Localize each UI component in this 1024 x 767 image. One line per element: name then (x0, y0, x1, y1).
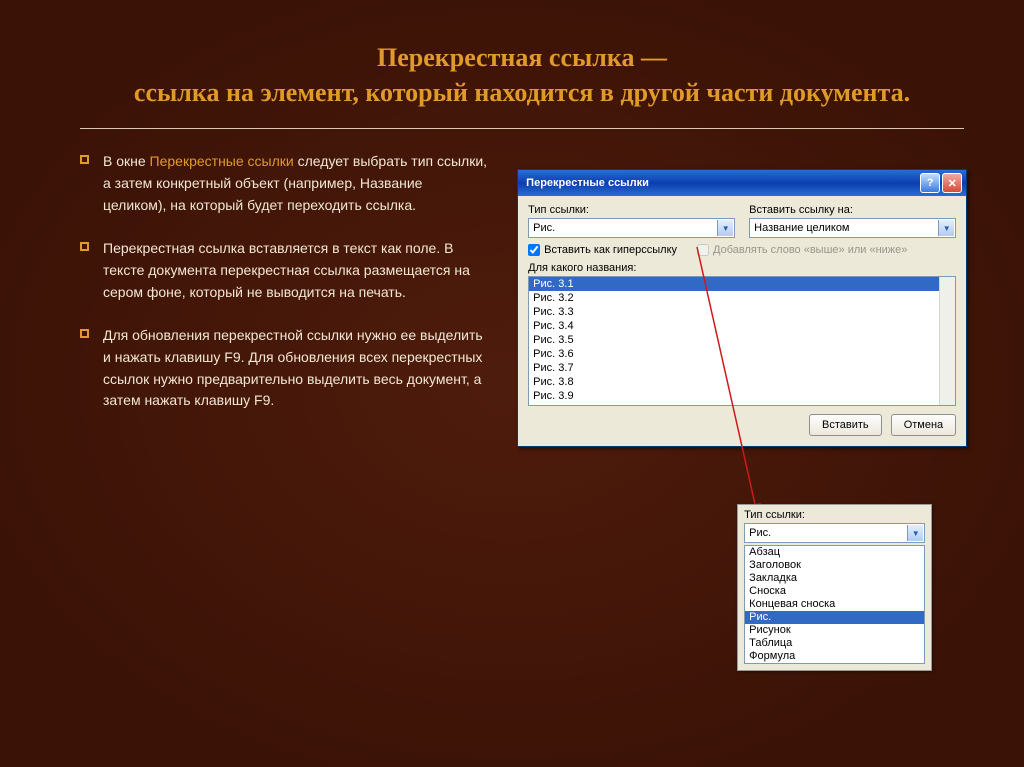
label-which-name: Для какого названия: (528, 262, 956, 274)
crossref-dialog: Перекрестные ссылки ? ✕ Тип ссылки: Рис.… (517, 169, 967, 447)
list-item[interactable]: Рис. 3.8 (529, 375, 955, 389)
bullet-marker (80, 242, 89, 251)
dialog-title: Перекрестные ссылки (526, 177, 918, 189)
link-type-dropdown: Тип ссылки: Рис. ▼ Абзац Заголовок Закла… (737, 504, 932, 671)
dialog-body: Тип ссылки: Рис. ▼ Вставить ссылку на: Н… (518, 196, 966, 446)
title-line2: ссылка на элемент, который находится в д… (134, 78, 910, 107)
title-line1: Перекрестная ссылка — (377, 43, 667, 72)
bullet-3: Для обновления перекрестной ссылки нужно… (80, 325, 487, 412)
list-item[interactable]: Концевая сноска (745, 598, 924, 611)
emphasis: Перекрестные ссылки (150, 153, 294, 169)
checkbox-input (697, 244, 709, 256)
checkbox-input[interactable] (528, 244, 540, 256)
list-item[interactable]: Рисунок (745, 624, 924, 637)
divider (80, 128, 964, 129)
label-link-type: Тип ссылки: (528, 204, 735, 216)
list-item[interactable]: Абзац (745, 546, 924, 559)
close-button[interactable]: ✕ (942, 173, 962, 193)
list-item[interactable]: Рис. 3.2 (529, 291, 955, 305)
bullet-text: Для обновления перекрестной ссылки нужно… (103, 325, 487, 412)
list-item[interactable]: Рис. 3.6 (529, 347, 955, 361)
insert-button[interactable]: Вставить (809, 414, 882, 436)
chevron-down-icon: ▼ (938, 220, 954, 236)
list-item[interactable]: Рис. 3.5 (529, 333, 955, 347)
list-item[interactable]: Формула (745, 650, 924, 663)
dialog-buttons: Вставить Отмена (528, 414, 956, 436)
bullet-text: В окне Перекрестные ссылки следует выбра… (103, 151, 487, 216)
dialog-titlebar[interactable]: Перекрестные ссылки ? ✕ (518, 170, 966, 196)
list-item[interactable]: Заголовок (745, 559, 924, 572)
list-item[interactable]: Рис. 3.4 (529, 319, 955, 333)
listbox-names[interactable]: Рис. 3.1 Рис. 3.2 Рис. 3.3 Рис. 3.4 Рис.… (528, 276, 956, 406)
bullet-2: Перекрестная ссылка вставляется в текст … (80, 238, 487, 303)
bullet-text: Перекрестная ссылка вставляется в текст … (103, 238, 487, 303)
figures-column: Перекрестные ссылки ? ✕ Тип ссылки: Рис.… (507, 151, 964, 434)
label-insert-on: Вставить ссылку на: (749, 204, 956, 216)
combo-insert-ref[interactable]: Название целиком ▼ (749, 218, 956, 238)
help-button[interactable]: ? (920, 173, 940, 193)
chevron-down-icon: ▼ (717, 220, 733, 236)
list-item[interactable]: Рис. 3.1 (529, 277, 955, 291)
list-item[interactable]: Рис. (745, 611, 924, 624)
chevron-down-icon: ▼ (907, 525, 923, 541)
bullets-column: В окне Перекрестные ссылки следует выбра… (80, 151, 507, 434)
scrollbar[interactable] (939, 277, 955, 405)
slide-title: Перекрестная ссылка — ссылка на элемент,… (80, 40, 964, 110)
list-item[interactable]: Рис. 3.9 (529, 389, 955, 403)
label-link-type: Тип ссылки: (744, 509, 925, 521)
bullet-marker (80, 155, 89, 164)
bullet-marker (80, 329, 89, 338)
checkbox-above-below: Добавлять слово «выше» или «ниже» (697, 244, 907, 256)
link-type-options[interactable]: Абзац Заголовок Закладка Сноска Концевая… (744, 545, 925, 664)
list-item[interactable]: Рис. 3.3 (529, 305, 955, 319)
bullet-1: В окне Перекрестные ссылки следует выбра… (80, 151, 487, 216)
checkbox-hyperlink[interactable]: Вставить как гиперссылку (528, 244, 677, 256)
list-item[interactable]: Сноска (745, 585, 924, 598)
combo-link-type-open[interactable]: Рис. ▼ (744, 523, 925, 543)
list-item[interactable]: Рис. 3.7 (529, 361, 955, 375)
content-row: В окне Перекрестные ссылки следует выбра… (80, 151, 964, 434)
list-item[interactable]: Таблица (745, 637, 924, 650)
list-item[interactable]: Закладка (745, 572, 924, 585)
cancel-button[interactable]: Отмена (891, 414, 956, 436)
slide: Перекрестная ссылка — ссылка на элемент,… (0, 0, 1024, 767)
combo-link-type[interactable]: Рис. ▼ (528, 218, 735, 238)
title-text: Перекрестная ссылка — ссылка на элемент,… (80, 40, 964, 110)
